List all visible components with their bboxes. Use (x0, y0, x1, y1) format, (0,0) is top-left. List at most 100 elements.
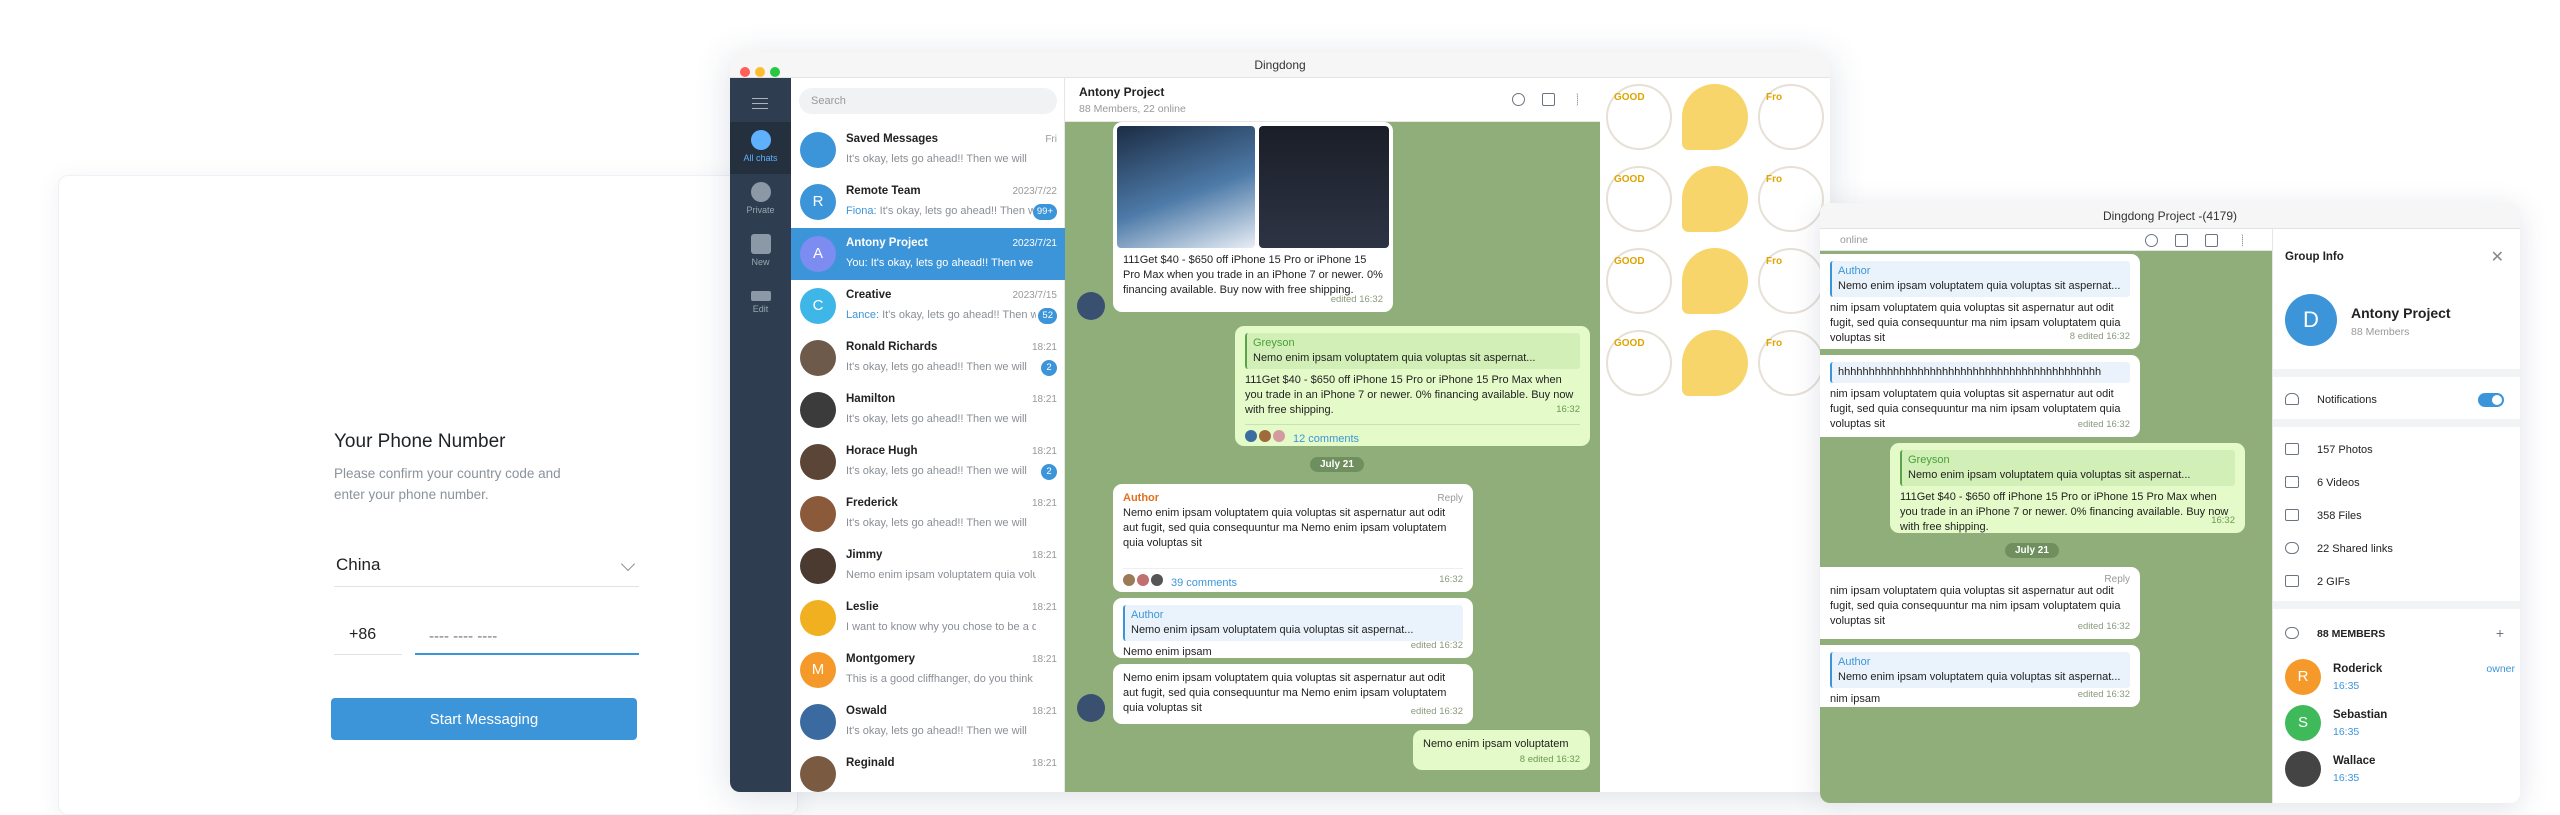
chat-list-item[interactable]: Saved Messages Fri It's okay, lets go ahe… (791, 124, 1065, 176)
reply-quote[interactable]: hhhhhhhhhhhhhhhhhhhhhhhhhhhhhhhhhhhhhhhh… (1830, 362, 2130, 383)
minimize-window-button[interactable] (755, 67, 765, 77)
avatar[interactable] (1077, 694, 1105, 722)
sticker-text: GOOD (1614, 338, 1645, 349)
reply-quote[interactable]: Author Nemo enim ipsam voluptatem quia v… (1830, 261, 2130, 297)
chevron-down-icon (620, 556, 636, 572)
notifications-toggle[interactable] (2478, 393, 2504, 407)
more-icon[interactable] (2240, 234, 2243, 247)
sidebar-icon[interactable] (2205, 234, 2218, 247)
chat-preview-text: It's okay, lets go ahead!! Then we will (846, 413, 1027, 425)
country-code-field[interactable]: +86 (334, 619, 402, 655)
phone-input[interactable] (415, 619, 639, 655)
sticker-text: Fro (1766, 174, 1783, 185)
files-label: 358 Files (2317, 510, 2362, 522)
chat-preview-text: It's okay, lets go ahead!! Then we will (846, 725, 1027, 737)
chat-list-item[interactable]: Frederick 18:21 It's okay, lets go ahead!… (791, 488, 1065, 540)
chat-preview-text: I want to know why you chose to be a de (846, 621, 1036, 633)
comments-link[interactable]: 12 comments (1293, 433, 1359, 445)
sticker[interactable]: GOOD (1606, 166, 1672, 232)
links-row[interactable]: 22 Shared links (2285, 542, 2393, 555)
message-author-name[interactable]: Author (1123, 492, 1159, 504)
quote-author: Author (1131, 609, 1164, 621)
country-select[interactable]: China (334, 551, 639, 587)
sticker-panel: GOOD Fro GOOD Fro GOOD Fro GOOD Fro (1600, 78, 1830, 792)
videos-row[interactable]: 6 Videos (2285, 476, 2360, 489)
reply-button[interactable]: Reply (1437, 491, 1463, 506)
search-icon[interactable] (1512, 93, 1525, 106)
poster-image[interactable] (1259, 126, 1389, 248)
wave-image[interactable] (1117, 126, 1255, 248)
files-row[interactable]: 358 Files (2285, 509, 2362, 522)
sticker[interactable] (1682, 330, 1748, 396)
members-header-label: 88 MEMBERS (2317, 628, 2386, 640)
sticker[interactable]: Fro (1758, 84, 1824, 150)
message-author[interactable]: Reply nim ipsam voluptatem quia voluptas… (1820, 567, 2140, 639)
message-plain[interactable]: hhhhhhhhhhhhhhhhhhhhhhhhhhhhhhhhhhhhhhhh… (1820, 355, 2140, 437)
chat-list-item[interactable]: A Antony Project 2023/7/21 You: It's okay, … (791, 228, 1065, 280)
message-quoted[interactable]: Author Nemo enim ipsam voluptatem quia v… (1113, 598, 1473, 658)
close-window-button[interactable] (740, 67, 750, 77)
rail-private[interactable]: Private (730, 174, 791, 226)
reply-quote[interactable]: Greyson Nemo enim ipsam voluptatem quia … (1900, 450, 2235, 486)
member-row[interactable]: S Sebastian 16:35 (2285, 705, 2515, 745)
comments-row[interactable]: 39 comments (1123, 568, 1463, 591)
member-row[interactable]: R Roderick 16:35 owner (2285, 659, 2515, 699)
message-greyson[interactable]: Greyson Nemo enim ipsam voluptatem quia … (1235, 326, 1590, 446)
message-image-post[interactable]: 111Get $40 - $650 off iPhone 15 Pro or i… (1113, 122, 1393, 312)
chat-list-item[interactable]: Leslie 18:21 I want to know why you chose… (791, 592, 1065, 644)
member-row[interactable]: Wallace 16:35 (2285, 751, 2515, 791)
sticker[interactable]: GOOD (1606, 330, 1672, 396)
reply-quote[interactable]: Author Nemo enim ipsam voluptatem quia v… (1830, 652, 2130, 688)
sticker[interactable]: GOOD (1606, 248, 1672, 314)
comment-icon[interactable] (2175, 234, 2188, 247)
sticker[interactable]: Fro (1758, 330, 1824, 396)
sticker[interactable]: GOOD (1606, 84, 1672, 150)
message-quoted[interactable]: Author Nemo enim ipsam voluptatem quia v… (1820, 645, 2140, 707)
message-author[interactable]: Author Reply Nemo enim ipsam voluptatem … (1113, 484, 1473, 592)
message-quoted[interactable]: Author Nemo enim ipsam voluptatem quia v… (1820, 254, 2140, 349)
group-member-count: 88 Members (2351, 326, 2410, 338)
photos-row[interactable]: 157 Photos (2285, 443, 2373, 456)
sidebar-icon[interactable] (1542, 93, 1555, 106)
search-icon[interactable] (2145, 234, 2158, 247)
chat-list-item[interactable]: Hamilton 18:21 It's okay, lets go ahead!!… (791, 384, 1065, 436)
maximize-window-button[interactable] (770, 67, 780, 77)
search-input[interactable]: Search (799, 88, 1057, 114)
sticker[interactable] (1682, 248, 1748, 314)
comments-row[interactable]: 12 comments (1245, 424, 1580, 447)
menu-icon[interactable] (752, 98, 768, 109)
chat-list-item[interactable]: Reginald 18:21 (791, 748, 1065, 792)
reply-quote[interactable]: Greyson Nemo enim ipsam voluptatem quia … (1245, 333, 1580, 369)
notifications-row[interactable]: Notifications (2285, 393, 2377, 406)
sticker[interactable]: Fro (1758, 248, 1824, 314)
gifs-row[interactable]: 2 GIFs (2285, 575, 2350, 588)
links-label: 22 Shared links (2317, 543, 2393, 555)
avatar (800, 496, 836, 532)
avatar: R (2285, 659, 2321, 695)
rail-edit[interactable]: Edit (730, 278, 791, 330)
chat-list-item[interactable]: M Montgomery 18:21 This is a good cliffhan… (791, 644, 1065, 696)
more-icon[interactable] (1575, 93, 1578, 106)
message-greyson[interactable]: Greyson Nemo enim ipsam voluptatem quia … (1890, 443, 2245, 533)
reply-quote[interactable]: Author Nemo enim ipsam voluptatem quia v… (1123, 605, 1463, 641)
message-plain[interactable]: Nemo enim ipsam voluptatem quia voluptas… (1113, 664, 1473, 724)
people-icon (2285, 627, 2299, 639)
message-outgoing[interactable]: Nemo enim ipsam voluptatem 8 edited 16:3… (1413, 730, 1590, 770)
reply-button[interactable]: Reply (2104, 572, 2130, 587)
chat-list-item[interactable]: Jimmy 18:21 Nemo enim ipsam voluptatem qu… (791, 540, 1065, 592)
start-messaging-button[interactable]: Start Messaging (331, 698, 637, 740)
add-member-icon[interactable]: + (2496, 625, 2504, 641)
chat-list-item[interactable]: Horace Hugh 18:21 It's okay, lets go ahea… (791, 436, 1065, 488)
sticker[interactable]: Fro (1758, 166, 1824, 232)
sticker[interactable] (1682, 166, 1748, 232)
chat-list-item[interactable]: Oswald 18:21 It's okay, lets go ahead!! T… (791, 696, 1065, 748)
chat-list-item[interactable]: C Creative 2023/7/15 Lance: It's okay, lets… (791, 280, 1065, 332)
rail-new[interactable]: New (730, 226, 791, 278)
chat-list-item[interactable]: Ronald Richards 18:21 It's okay, lets go … (791, 332, 1065, 384)
close-icon[interactable]: ✕ (2491, 247, 2504, 267)
chat-list-item[interactable]: R Remote Team 2023/7/22 Fiona: It's okay, l… (791, 176, 1065, 228)
sticker[interactable] (1682, 84, 1748, 150)
comments-link[interactable]: 39 comments (1171, 577, 1237, 589)
rail-all-chats[interactable]: All chats (730, 122, 791, 174)
avatar[interactable] (1077, 292, 1105, 320)
